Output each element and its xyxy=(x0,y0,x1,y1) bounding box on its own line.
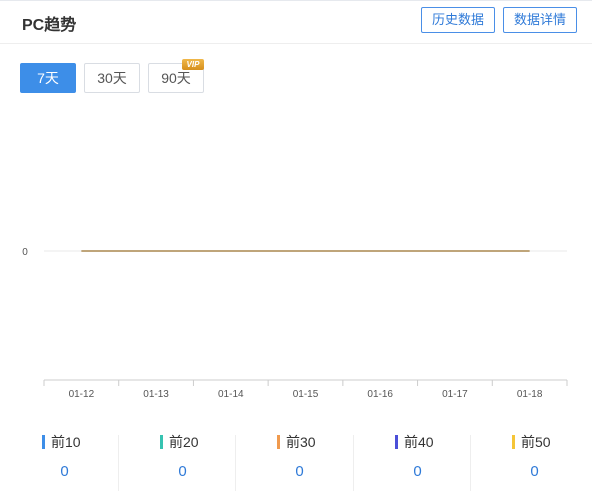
trend-chart: 0 01-12 01-13 01-14 01-15 01-16 01-17 01-18 xyxy=(22,247,568,400)
x-tick-label: 01-17 xyxy=(442,389,468,400)
rank-stat-value[interactable]: 0 xyxy=(470,463,592,481)
pc-trend-panel: PC趋势 历史数据 数据详情 7天 30天 90天 VIP 0 01-12 01-1… xyxy=(0,0,592,503)
rank-stat: 前30 0 xyxy=(235,431,352,493)
stat-divider xyxy=(470,435,471,491)
series-color-marker xyxy=(395,435,398,449)
x-tick-label: 01-16 xyxy=(367,389,393,400)
rank-stat-value[interactable]: 0 xyxy=(353,463,482,481)
rank-stat: 前10 0 xyxy=(0,431,117,493)
rank-stat-value[interactable]: 0 xyxy=(0,463,129,481)
x-tick-label: 01-14 xyxy=(218,389,244,400)
stat-divider xyxy=(353,435,354,491)
stat-divider xyxy=(118,435,119,491)
rank-stats: 前10 0 前20 0 前30 0 前40 0 前50 0 xyxy=(0,431,592,493)
series-color-marker xyxy=(277,435,280,449)
y-tick-label: 0 xyxy=(22,247,28,258)
rank-stat: 前40 0 xyxy=(353,431,470,493)
rank-stat-value[interactable]: 0 xyxy=(118,463,247,481)
x-tick-label: 01-12 xyxy=(69,389,95,400)
series-color-marker xyxy=(160,435,163,449)
series-color-marker xyxy=(512,435,515,449)
series-color-marker xyxy=(42,435,45,449)
rank-stat-label: 前30 xyxy=(286,434,316,450)
rank-stat-label: 前40 xyxy=(404,434,434,450)
x-tick-label: 01-18 xyxy=(517,389,543,400)
x-tick-label: 01-15 xyxy=(293,389,319,400)
rank-stat-label: 前50 xyxy=(521,434,551,450)
rank-stat-label: 前10 xyxy=(51,434,81,450)
rank-stat: 前20 0 xyxy=(118,431,235,493)
x-tick-label: 01-13 xyxy=(143,389,169,400)
rank-stat: 前50 0 xyxy=(470,431,587,493)
rank-stat-value[interactable]: 0 xyxy=(235,463,364,481)
rank-stat-label: 前20 xyxy=(169,434,199,450)
stat-divider xyxy=(235,435,236,491)
